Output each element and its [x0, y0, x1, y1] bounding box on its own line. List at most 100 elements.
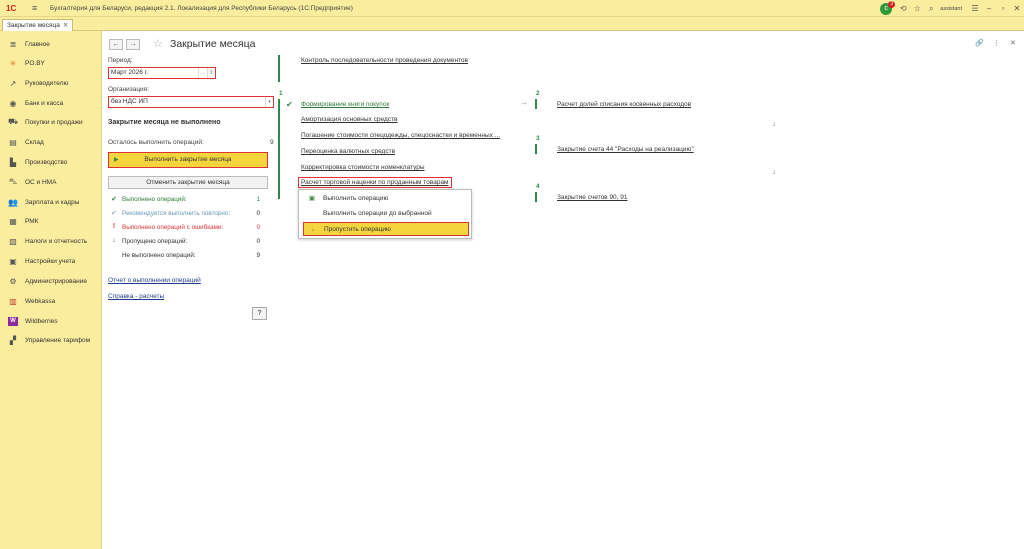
app-logo: 1С: [6, 3, 17, 13]
op-depreciation[interactable]: Амортизация основных средств: [301, 116, 397, 123]
error-icon: !: [112, 223, 116, 230]
run-button-label: Выполнить закрытие месяца: [144, 156, 232, 163]
op-control-sequence[interactable]: Контроль последовательности проведения д…: [301, 57, 468, 64]
sidebar-item-assets[interactable]: ⛍ ОС и НМА: [0, 174, 102, 190]
report-link[interactable]: Отчет о выполнении операций: [108, 277, 201, 284]
skip-icon: ↓: [311, 226, 315, 233]
op-purchase-book[interactable]: Формирование книги покупок: [301, 101, 389, 108]
check-icon: ✔: [286, 100, 293, 109]
org-value: без НДС ИП: [111, 98, 148, 105]
bank-icon: ◉: [9, 98, 17, 108]
menu-item-skip-operation[interactable]: ↓ Пропустить операцию: [303, 222, 469, 236]
sidebar-item-label: Склад: [25, 138, 44, 146]
group-line: [535, 192, 537, 202]
sidebar-item-label: PO.BY: [25, 59, 45, 67]
history-icon[interactable]: ⟲: [896, 4, 910, 13]
tab-close-icon[interactable]: ✕: [63, 22, 68, 29]
help-link[interactable]: Справка - расчеты: [108, 293, 164, 300]
gear-icon: ⚙: [9, 276, 17, 286]
arrow-down-icon: ↓: [772, 167, 776, 176]
help-button[interactable]: ?: [252, 307, 267, 320]
org-label: Организация:: [108, 86, 150, 93]
more-menu-icon[interactable]: ⋮: [993, 39, 1000, 47]
chevron-down-icon[interactable]: ▾: [265, 97, 273, 107]
status-title: Закрытие месяца не выполнено: [108, 119, 221, 126]
close-icon[interactable]: ✕: [1010, 4, 1024, 13]
org-select[interactable]: без НДС ИП ▾: [108, 96, 274, 108]
wildberries-icon: W: [8, 316, 18, 326]
stat-value: 0: [256, 238, 260, 245]
op-currency-revaluation[interactable]: Переоценка валютных средств: [301, 148, 395, 155]
back-button[interactable]: ←: [109, 39, 123, 50]
sidebar-item-production[interactable]: ▙ Производство: [0, 154, 102, 170]
period-label: Период:: [108, 57, 133, 64]
sidebar-item-label: Управление тарифом: [25, 336, 91, 344]
sidebar-item-tariff[interactable]: ▞ Управление тарифом: [0, 332, 102, 348]
sidebar-item-warehouse[interactable]: ▤ Склад: [0, 134, 102, 150]
sidebar-item-salary[interactable]: 👥 Зарплата и кадры: [0, 194, 102, 210]
sidebar-item-manager[interactable]: ↗ Руководителю: [0, 75, 102, 91]
sidebar-item-rmk[interactable]: ▦ РМК: [0, 213, 102, 229]
op-close-account-44[interactable]: Закрытие счета 44 "Расходы на реализацию…: [557, 146, 694, 153]
period-select-icon[interactable]: …: [198, 68, 206, 78]
group-number: 4: [536, 183, 540, 190]
restore-icon[interactable]: ▫: [996, 4, 1010, 13]
trend-icon: ↗: [9, 78, 17, 88]
run-month-close-button[interactable]: ▶ Выполнить закрытие месяца: [108, 152, 268, 168]
tab-month-close[interactable]: Закрытие месяца ✕: [2, 19, 74, 31]
stat-value: 9: [256, 252, 260, 259]
menu-item-run-until-selected[interactable]: Выполнить операции до выбранной: [303, 207, 469, 221]
cart-icon: ⛟: [8, 117, 19, 126]
sidebar-item-main[interactable]: ≣ Главное: [0, 36, 102, 52]
page-title: Закрытие месяца: [170, 38, 256, 50]
main-content: ← → ☆ Закрытие месяца 🔗 ⋮ ✕ Период: Март…: [102, 31, 1024, 549]
menu-item-run-operation[interactable]: ▣ Выполнить операцию: [303, 192, 469, 206]
op-workwear[interactable]: Погашение стоимости спецодежды, спецосна…: [301, 132, 500, 139]
check-icon: ✔: [111, 210, 117, 217]
play-icon: ▶: [114, 157, 119, 163]
user-name[interactable]: assistant: [940, 6, 962, 12]
sidebar-item-sales[interactable]: ⛟ Покупки и продажи: [0, 114, 102, 130]
group-line: [278, 99, 280, 199]
asterisk-icon: ✳: [9, 58, 17, 68]
link-icon[interactable]: 🔗: [975, 39, 984, 47]
stat-skipped: ↓ Пропущено операций: 0: [108, 236, 260, 248]
sidebar-item-taxes[interactable]: ▧ Налоги и отчетность: [0, 233, 102, 249]
minimize-icon[interactable]: –: [982, 4, 996, 13]
window-close-icon[interactable]: ✕: [1010, 39, 1016, 47]
main-menu-icon[interactable]: ≡: [32, 3, 42, 13]
sidebar-item-accounting-settings[interactable]: ▣ Настройки учета: [0, 253, 102, 269]
hamburger-icon: ≣: [9, 39, 17, 49]
op-cost-adjustment[interactable]: Корректировка стоимости номенклатуры: [301, 164, 425, 171]
favorite-star-icon[interactable]: ☆: [153, 37, 163, 50]
favorites-icon[interactable]: ☆: [910, 4, 924, 13]
forward-button[interactable]: →: [126, 39, 140, 50]
run-operation-icon: ▣: [308, 195, 316, 202]
sidebar: ≣ Главное ✳ PO.BY ↗ Руководителю ◉ Банк и ка…: [0, 31, 102, 549]
period-stepper-icon[interactable]: ⇕: [207, 68, 215, 78]
webkassa-icon: ▥: [9, 296, 17, 306]
op-indirect-shares[interactable]: Расчет долей списания косвенных расходов: [557, 101, 691, 108]
stat-label: Не выполнено операций:: [122, 252, 196, 259]
sidebar-item-label: Зарплата и кадры: [25, 198, 80, 206]
cancel-month-close-button[interactable]: Отменить закрытие месяца: [108, 176, 268, 189]
sidebar-item-wildberries[interactable]: W Wildberries: [0, 313, 102, 329]
settings-menu-icon[interactable]: ☰: [968, 4, 982, 13]
sidebar-item-bank[interactable]: ◉ Банк и касса: [0, 95, 102, 111]
sidebar-item-admin[interactable]: ⚙ Администрирование: [0, 273, 102, 289]
group-line: [535, 99, 537, 109]
sidebar-item-webkassa[interactable]: ▥ Webkassa: [0, 293, 102, 309]
sidebar-item-label: Налоги и отчетность: [25, 237, 88, 245]
stat-not-done: Не выполнено операций: 9: [108, 250, 260, 262]
notifications-icon[interactable]: c3: [880, 0, 896, 15]
group-number: 2: [536, 90, 540, 97]
sidebar-item-label: Webkassa: [25, 297, 56, 305]
op-trade-markup[interactable]: Расчет торговой наценки по проданным тов…: [298, 177, 452, 188]
op-close-accounts-90-91[interactable]: Закрытие счетов 90, 91: [557, 194, 628, 201]
stat-label: Выполнено операций с ошибками:: [122, 224, 224, 231]
sidebar-item-label: РМК: [25, 217, 39, 225]
sidebar-item-poby[interactable]: ✳ PO.BY: [0, 55, 102, 71]
period-input[interactable]: Март 2026 г. … ⇕: [108, 67, 216, 79]
arrow-right-icon: →: [520, 98, 528, 107]
search-icon[interactable]: ⌕: [924, 4, 938, 14]
